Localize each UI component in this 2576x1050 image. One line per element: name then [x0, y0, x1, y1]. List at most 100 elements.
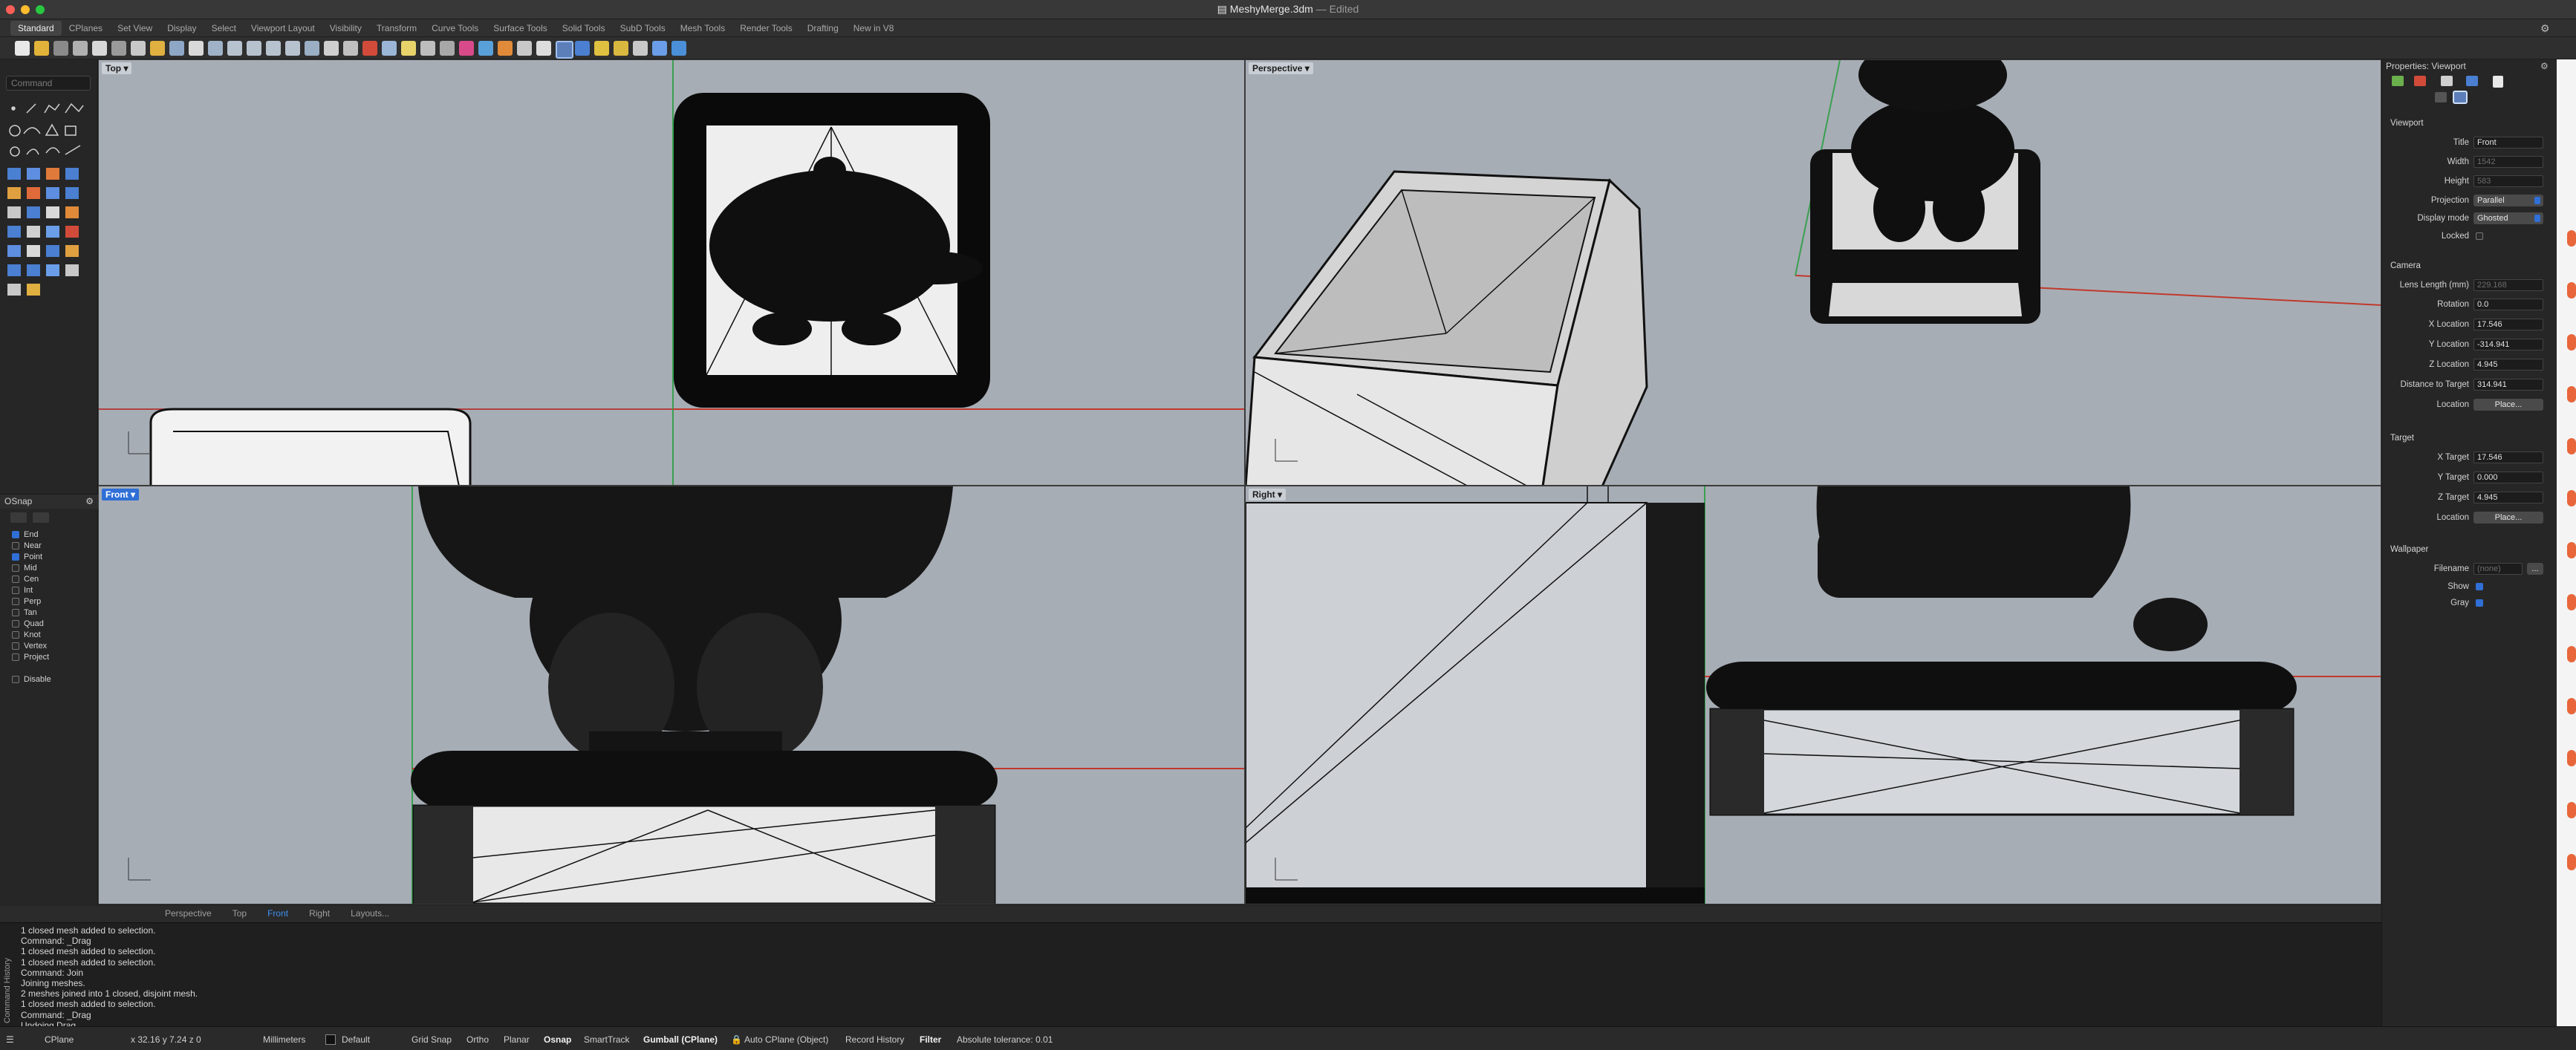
tab-curve-tools[interactable]: Curve Tools [424, 21, 486, 36]
viewport-label-right[interactable]: Right ▾ [1249, 489, 1287, 500]
document-icon[interactable] [2493, 76, 2503, 88]
layer-icon[interactable] [478, 41, 493, 56]
viewport-right[interactable]: Right ▾ [1245, 486, 2381, 904]
osnap-disable[interactable]: Disable [12, 674, 51, 685]
status-auto-cplane[interactable]: Auto CPlane (Object) [744, 1034, 828, 1045]
checkbox-icon[interactable] [12, 598, 19, 605]
status-cplane[interactable]: CPlane [45, 1034, 74, 1045]
tab-top[interactable]: Top [232, 908, 247, 919]
status-grid-snap[interactable]: Grid Snap [412, 1034, 452, 1045]
checkbox-locked[interactable] [2476, 232, 2483, 240]
help-icon[interactable] [652, 41, 667, 56]
checkbox-icon[interactable] [12, 653, 19, 661]
viewport-top[interactable]: Top ▾ [98, 59, 1245, 486]
checkbox-icon[interactable] [12, 564, 19, 572]
gear-icon[interactable]: ⚙ [85, 496, 94, 506]
status-smarttrack[interactable]: SmartTrack [584, 1034, 630, 1045]
status-osnap[interactable]: Osnap [544, 1034, 571, 1045]
open-folder-icon[interactable] [34, 41, 49, 56]
checkbox-icon[interactable] [12, 587, 19, 594]
checkbox-show[interactable] [2476, 583, 2483, 590]
environment-icon[interactable] [614, 41, 628, 56]
rotate-view-icon[interactable] [208, 41, 223, 56]
object-icon[interactable] [2392, 76, 2404, 86]
field-rotation[interactable]: 0.0 [2473, 299, 2543, 310]
osnap-mid[interactable]: Mid [12, 563, 37, 573]
new-file-icon[interactable] [15, 41, 30, 56]
viewport-properties-icon[interactable] [2453, 91, 2468, 104]
viewport-perspective[interactable]: Perspective ▾ [1245, 59, 2381, 486]
tab-standard[interactable]: Standard [10, 20, 62, 36]
sync-icon[interactable] [10, 512, 27, 523]
place-target-button[interactable]: Place... [2473, 512, 2543, 524]
checkbox-icon[interactable] [12, 553, 19, 561]
tab-transform[interactable]: Transform [369, 21, 424, 36]
options-icon[interactable] [633, 41, 648, 56]
tab-right[interactable]: Right [309, 908, 330, 919]
color-icon[interactable] [459, 41, 474, 56]
render-icon[interactable] [556, 41, 573, 59]
checkbox-icon[interactable] [12, 642, 19, 650]
osnap-vertex[interactable]: Vertex [12, 641, 47, 651]
cplane-icon[interactable] [343, 41, 358, 56]
tab-select[interactable]: Select [204, 21, 244, 36]
osnap-perp[interactable]: Perp [12, 596, 41, 607]
browse-wallpaper-button[interactable]: ... [2527, 563, 2543, 575]
named-view-icon[interactable] [536, 41, 551, 56]
select-icon[interactable] [362, 41, 377, 56]
checkbox-icon[interactable] [12, 676, 19, 683]
tab-subd-tools[interactable]: SubD Tools [613, 21, 673, 36]
viewport-icon[interactable] [2441, 76, 2453, 86]
display-mode-icon[interactable] [517, 41, 532, 56]
light-icon[interactable] [401, 41, 416, 56]
field-distance-to-target[interactable]: 314.941 [2473, 379, 2543, 391]
tab-surface-tools[interactable]: Surface Tools [486, 21, 555, 36]
checkbox-icon[interactable] [12, 542, 19, 550]
copy-icon[interactable] [131, 41, 146, 56]
osnap-point[interactable]: Point [12, 552, 42, 562]
field-y-target[interactable]: 0.000 [2473, 472, 2543, 483]
tab-perspective[interactable]: Perspective [165, 908, 212, 919]
properties-icon[interactable] [440, 41, 455, 56]
tab-drafting[interactable]: Drafting [800, 21, 846, 36]
select-display-mode[interactable]: Ghosted [2473, 212, 2543, 224]
checkbox-icon[interactable] [12, 575, 19, 583]
field-x-target[interactable]: 17.546 [2473, 451, 2543, 463]
layer-color-swatch[interactable] [325, 1034, 336, 1045]
field-z-location[interactable]: 4.945 [2473, 359, 2543, 371]
viewport-label-front[interactable]: Front ▾ [102, 489, 140, 500]
tab-front[interactable]: Front [267, 908, 288, 919]
gear-icon[interactable]: ⚙ [2540, 61, 2549, 71]
four-viewports-icon[interactable] [324, 41, 339, 56]
snap-icon[interactable] [420, 41, 435, 56]
osnap-quad[interactable]: Quad [12, 619, 44, 629]
osnap-int[interactable]: Int [12, 585, 33, 596]
viewport-label-perspective[interactable]: Perspective ▾ [1249, 62, 1313, 74]
camera-icon[interactable] [2435, 92, 2447, 102]
checkbox-icon[interactable] [12, 531, 19, 538]
status-filter[interactable]: Filter [920, 1034, 941, 1045]
field-y-location[interactable]: -314.941 [2473, 339, 2543, 350]
display-icon[interactable] [2466, 76, 2478, 86]
status-units[interactable]: Millimeters [263, 1034, 305, 1045]
checkbox-gray[interactable] [2476, 599, 2483, 607]
material-icon[interactable] [2414, 76, 2426, 86]
zoom-window-icon[interactable] [247, 41, 261, 56]
sun-icon[interactable] [594, 41, 609, 56]
tab-mesh-tools[interactable]: Mesh Tools [673, 21, 732, 36]
cut-icon[interactable] [111, 41, 126, 56]
zoom-icon[interactable] [227, 41, 242, 56]
globe-icon[interactable] [671, 41, 686, 56]
checkbox-icon[interactable] [12, 620, 19, 627]
gear-icon[interactable]: ⚙ [2540, 22, 2550, 35]
field-z-target[interactable]: 4.945 [2473, 492, 2543, 503]
pan-hand-icon[interactable] [189, 41, 204, 56]
osnap-project[interactable]: Project [12, 652, 49, 662]
tab-solid-tools[interactable]: Solid Tools [555, 21, 613, 36]
place-camera-button[interactable]: Place... [2473, 399, 2543, 411]
checkbox-icon[interactable] [12, 631, 19, 639]
status-layer[interactable]: Default [342, 1034, 370, 1045]
status-planar[interactable]: Planar [504, 1034, 530, 1045]
osnap-near[interactable]: Near [12, 541, 42, 551]
osnap-knot[interactable]: Knot [12, 630, 41, 640]
